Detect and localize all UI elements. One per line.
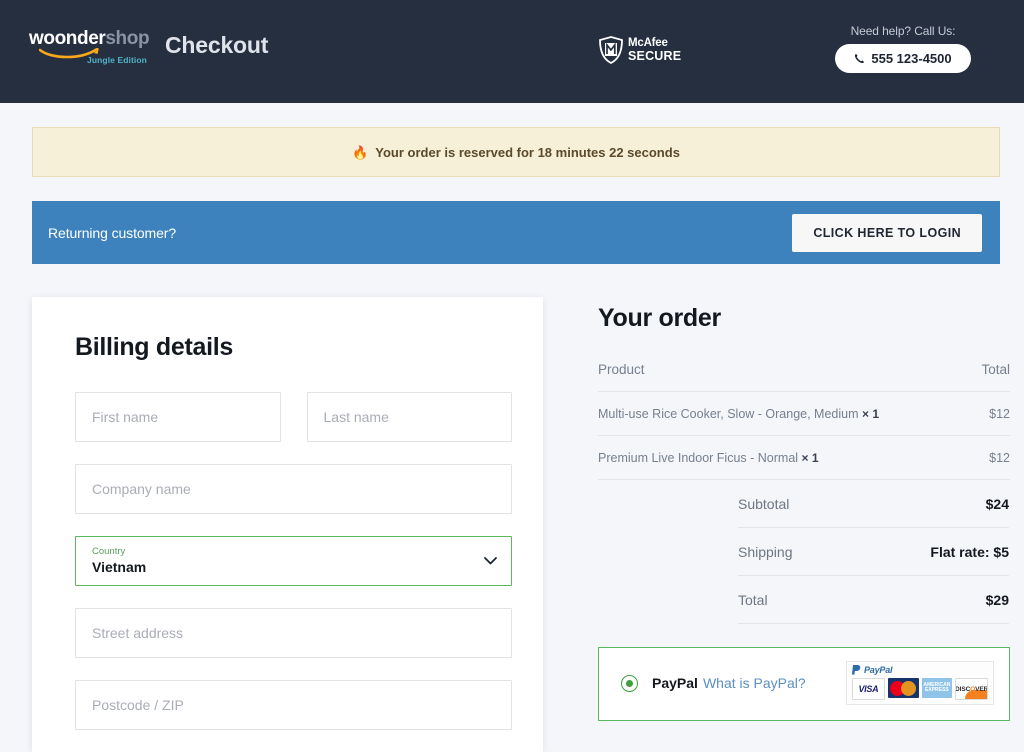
shield-icon	[599, 36, 623, 64]
company-name-placeholder: Company name	[92, 481, 191, 497]
order-item-name: Premium Live Indoor Ficus - Normal × 1	[598, 435, 973, 480]
order-summary: Your order Product Total Multi-use Rice …	[598, 297, 1010, 752]
company-name-input[interactable]: Company name	[75, 464, 512, 514]
visa-logo: VISA	[852, 678, 885, 700]
card-logo-row: VISA AMERICAN EXPRESS DISCOVER	[852, 678, 988, 700]
returning-customer-prompt: Returning customer?	[48, 224, 177, 241]
order-items-table: Product Total Multi-use Rice Cooker, Slo…	[598, 362, 1010, 480]
what-is-paypal-link[interactable]: What is PayPal?	[703, 675, 806, 691]
order-item-total: $12	[972, 435, 1010, 480]
total-row: Total $29	[738, 575, 1009, 624]
country-select-label: Country	[92, 546, 126, 558]
billing-details-title: Billing details	[75, 333, 234, 361]
site-header: woondershop Jungle Edition Checkout McAf…	[0, 0, 1024, 103]
reservation-text: Your order is reserved for 18 minutes 22…	[375, 144, 680, 160]
shipping-value: Flat rate: $5	[848, 527, 1009, 576]
shipping-label: Shipping	[738, 527, 849, 576]
discover-logo: DISCOVER	[955, 678, 988, 700]
subtotal-label: Subtotal	[738, 480, 849, 528]
help-block: Need help? Call Us: 555 123-4500	[810, 24, 996, 73]
order-reservation-notice: 🔥 Your order is reserved for 18 minutes …	[32, 127, 1000, 177]
click-here-to-login-button[interactable]: CLICK HERE TO LOGIN	[792, 213, 982, 252]
order-table-header-row: Product Total	[598, 362, 1010, 392]
flame-icon: 🔥	[352, 144, 369, 160]
street-address-input[interactable]: Street address	[75, 608, 512, 658]
chevron-down-icon	[484, 557, 497, 565]
last-name-placeholder: Last name	[323, 409, 389, 425]
country-select[interactable]: Country Vietnam	[75, 536, 512, 586]
mcafee-line2: SECURE	[628, 48, 682, 63]
page-title: Checkout	[165, 32, 269, 58]
total-label: Total	[738, 575, 849, 624]
first-name-input[interactable]: First name	[75, 392, 281, 442]
mastercard-logo	[887, 678, 919, 698]
mcafee-badge-text: McAfee SECURE	[628, 37, 682, 63]
site-logo[interactable]: woondershop Jungle Edition	[29, 29, 157, 71]
paypal-p-icon	[852, 665, 861, 675]
total-value: $29	[848, 575, 1009, 624]
logo-edition-label: Jungle Edition	[87, 55, 147, 65]
name-field-row: First name Last name	[75, 392, 512, 442]
paypal-mark: PayPal	[852, 665, 988, 675]
order-item-quantity: × 1	[801, 451, 819, 465]
radio-dot	[626, 679, 633, 687]
checkout-page: 🔥 Your order is reserved for 18 minutes …	[0, 127, 1024, 752]
table-row: Premium Live Indoor Ficus - Normal × 1 $…	[598, 435, 1010, 480]
mcafee-secure-badge: McAfee SECURE	[598, 36, 681, 64]
returning-customer-bar: Returning customer? CLICK HERE TO LOGIN	[32, 201, 1000, 264]
order-item-quantity: × 1	[862, 407, 880, 421]
radio-selected-icon[interactable]	[621, 674, 638, 692]
help-label: Need help? Call Us:	[850, 24, 956, 38]
order-item-name: Multi-use Rice Cooker, Slow - Orange, Me…	[598, 391, 973, 436]
phone-number-label: 555 123-4500	[871, 51, 952, 66]
postcode-zip-placeholder: Postcode / ZIP	[92, 697, 184, 713]
shipping-row: Shipping Flat rate: $5	[738, 527, 1009, 576]
paypal-payment-option[interactable]: PayPal What is PayPal? PayPal VISA AMERI…	[598, 647, 1010, 721]
last-name-input[interactable]: Last name	[306, 392, 512, 442]
billing-details-card: Billing details First name Last name Com…	[32, 297, 543, 752]
logo-wordmark: woondershop	[29, 29, 157, 48]
order-item-total: $12	[972, 391, 1010, 436]
call-us-button[interactable]: 555 123-4500	[835, 44, 971, 73]
paypal-method-label: PayPal	[652, 675, 698, 691]
order-item-title: Multi-use Rice Cooker, Slow - Orange, Me…	[598, 407, 859, 421]
logo-brand-primary: woonder	[29, 28, 106, 49]
mastercard-circles-icon	[890, 680, 917, 696]
first-name-placeholder: First name	[92, 409, 159, 425]
postcode-zip-input[interactable]: Postcode / ZIP	[75, 680, 512, 730]
subtotal-value: $24	[848, 480, 1009, 528]
accepted-cards-image: PayPal VISA AMERICAN EXPRESS DISCOVER	[846, 661, 994, 705]
paypal-mark-text: PayPal	[864, 665, 893, 675]
phone-icon	[855, 53, 865, 64]
logo-brand-secondary: shop	[105, 28, 150, 49]
your-order-title: Your order	[598, 304, 721, 332]
order-totals-table: Subtotal $24 Shipping Flat rate: $5 Tota…	[738, 480, 1009, 624]
street-address-placeholder: Street address	[92, 625, 184, 641]
subtotal-row: Subtotal $24	[738, 480, 1009, 528]
table-row: Multi-use Rice Cooker, Slow - Orange, Me…	[598, 391, 1010, 436]
column-header-product: Product	[598, 362, 973, 392]
amex-logo: AMERICAN EXPRESS	[921, 678, 953, 698]
order-item-title: Premium Live Indoor Ficus - Normal	[598, 451, 799, 465]
country-select-value: Vietnam	[92, 558, 147, 575]
checkout-columns: Billing details First name Last name Com…	[0, 297, 1024, 752]
column-header-total: Total	[972, 362, 1010, 392]
mcafee-line1: McAfee	[628, 37, 668, 49]
